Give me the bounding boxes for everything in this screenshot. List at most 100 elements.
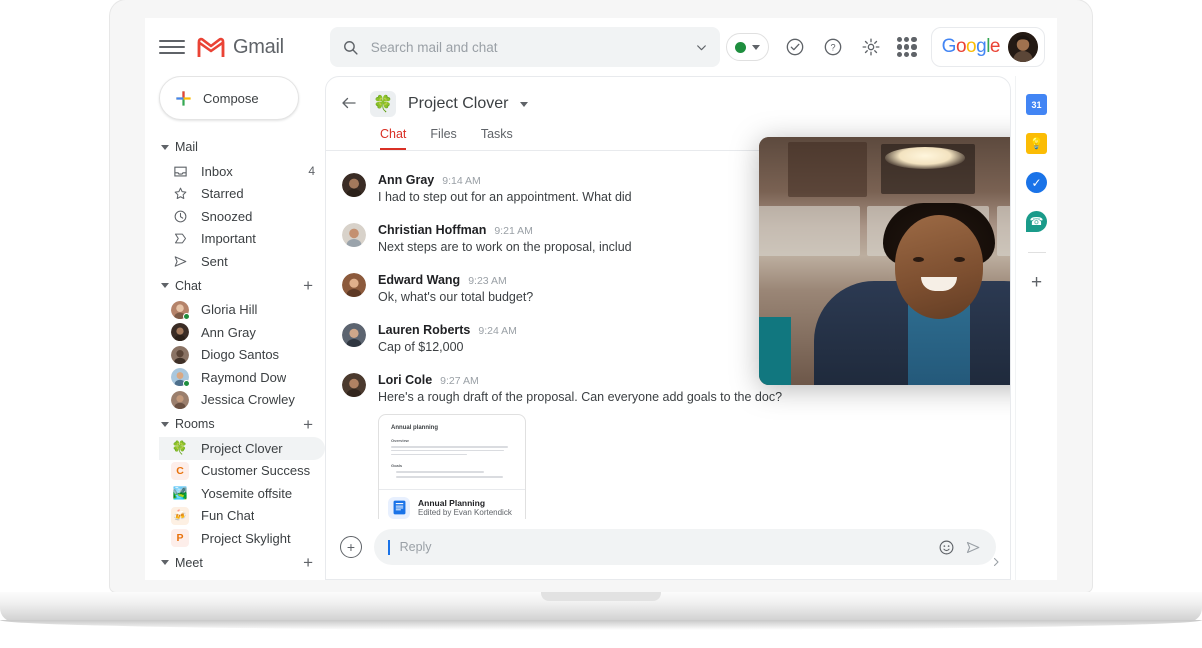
add-room-button[interactable]: + — [303, 416, 313, 433]
gear-icon[interactable] — [859, 35, 883, 59]
sidebar-section-meet[interactable]: Meet + — [159, 550, 325, 576]
emoji-smile-icon[interactable] — [938, 539, 955, 556]
sidebar-item-important[interactable]: Important — [159, 228, 325, 251]
inbox-icon — [171, 162, 189, 180]
preview-section-label: Goals — [391, 463, 403, 469]
letter-badge-icon: C — [171, 461, 189, 480]
clover-emoji-icon: 🍀 — [370, 91, 396, 117]
message-body: Lori Cole 9:27 AM Here's a rough draft o… — [378, 373, 782, 519]
online-indicator — [183, 312, 190, 320]
sidebar-item-label: Ann Gray — [201, 324, 256, 340]
sidebar-item-starred[interactable]: Starred — [159, 183, 325, 206]
contact-avatar — [171, 345, 189, 364]
sidebar-item-snoozed[interactable]: Snoozed — [159, 205, 325, 228]
sidebar-item-label: Diogo Santos — [201, 347, 280, 363]
hamburger-menu-icon[interactable] — [159, 34, 185, 60]
message-item: Lori Cole 9:27 AM Here's a rough draft o… — [342, 373, 994, 519]
message-sender: Lauren Roberts — [378, 323, 471, 337]
avatar — [342, 273, 366, 297]
sidebar-item-label: Sent — [201, 253, 228, 269]
tab-tasks[interactable]: Tasks — [481, 127, 513, 150]
sidebar-item-diogo-santos[interactable]: Diogo Santos — [159, 344, 325, 367]
google-wordmark: Google — [941, 36, 1001, 57]
letter-badge-icon: P — [171, 529, 189, 548]
message-sender: Edward Wang — [378, 273, 461, 287]
important-label-icon — [171, 230, 189, 248]
text-cursor — [388, 539, 390, 555]
sidebar-item-raymond-dow[interactable]: Raymond Dow — [159, 366, 325, 389]
conversation-panel: 🍀 Project Clover Chat Files Tasks Ann Gr… — [325, 76, 1011, 580]
sidebar-item-label: Inbox — [201, 163, 233, 179]
add-meeting-button[interactable]: + — [303, 554, 313, 571]
sidebar-section-mail[interactable]: Mail — [159, 134, 325, 160]
message-body: Ann Gray 9:14 AM I had to step out for a… — [378, 173, 632, 204]
sidebar-item-label: Fun Chat — [201, 508, 255, 524]
help-circle-icon[interactable]: ? — [821, 35, 845, 59]
search-icon — [343, 40, 358, 55]
check-circle-icon[interactable] — [783, 35, 807, 59]
chevron-down-icon — [161, 144, 169, 150]
tasks-icon[interactable]: ✓ — [1026, 172, 1047, 193]
tab-files[interactable]: Files — [430, 127, 456, 150]
add-addon-button[interactable]: + — [1031, 273, 1042, 292]
status-badge[interactable] — [725, 33, 769, 61]
plus-circle-icon[interactable]: + — [340, 536, 362, 558]
keep-icon[interactable]: 💡 — [1026, 133, 1047, 154]
sidebar-item-gloria-hill[interactable]: Gloria Hill — [159, 299, 325, 322]
chevron-right-icon[interactable] — [990, 556, 1002, 571]
tab-chat[interactable]: Chat — [380, 127, 407, 150]
sidebar-item-label: Customer Success — [201, 463, 311, 479]
gmail-wordmark: Gmail — [233, 35, 284, 58]
chevron-down-icon — [161, 560, 169, 565]
sidebar-item-fun-chat[interactable]: 🍻 Fun Chat — [159, 505, 325, 528]
attachment-card[interactable]: Annual planning Overview Goals Annual Pl… — [378, 414, 526, 519]
sidebar-item-label: Snoozed — [201, 208, 253, 224]
google-account-box[interactable]: Google — [930, 27, 1045, 67]
person-silhouette — [814, 203, 1010, 385]
add-chat-button[interactable]: + — [303, 277, 313, 294]
send-icon[interactable] — [965, 539, 982, 556]
sidebar-item-yosemite-offsite[interactable]: 🏞️ Yosemite offsite — [159, 482, 325, 505]
gmail-logo[interactable]: Gmail — [197, 36, 284, 59]
screen: Gmail Search mail and chat ? Google Comp… — [145, 18, 1057, 580]
preview-section-label: Overview — [391, 438, 409, 443]
online-indicator — [183, 380, 190, 388]
sidebar-section-rooms[interactable]: Rooms + — [159, 411, 325, 437]
sidebar: Compose Mail Inbox 4 Starred Snoozed Imp… — [145, 76, 325, 580]
message-time: 9:23 AM — [468, 275, 507, 287]
video-call-overlay[interactable]: Matthew — [759, 137, 1010, 385]
contacts-icon[interactable]: ☎ — [1026, 211, 1047, 232]
chevron-down-icon — [161, 421, 169, 427]
compose-button[interactable]: Compose — [159, 76, 299, 120]
attachment-meta: Edited by Evan Kortendick — [418, 508, 512, 518]
back-arrow-icon[interactable] — [340, 94, 358, 115]
mountain-emoji-icon: 🏞️ — [172, 486, 188, 501]
apps-grid-icon[interactable] — [896, 37, 917, 57]
message-header: Edward Wang 9:23 AM — [378, 273, 533, 287]
chevron-down-icon[interactable] — [695, 41, 708, 54]
message-body: Christian Hoffman 9:21 AM Next steps are… — [378, 223, 632, 254]
attachment-footer: Annual Planning Edited by Evan Kortendic… — [379, 488, 525, 519]
sidebar-item-inbox[interactable]: Inbox 4 — [159, 160, 325, 183]
avatar[interactable] — [1008, 32, 1038, 62]
sidebar-item-jessica-crowley[interactable]: Jessica Crowley — [159, 389, 325, 412]
search-input[interactable]: Search mail and chat — [371, 40, 683, 55]
sidebar-item-project-skylight[interactable]: P Project Skylight — [159, 527, 325, 550]
sidebar-section-chat[interactable]: Chat + — [159, 273, 325, 299]
sidebar-item-ann-gray[interactable]: Ann Gray — [159, 321, 325, 344]
section-label: Rooms — [175, 417, 215, 431]
message-time: 9:14 AM — [442, 175, 481, 187]
attachment-name: Annual Planning — [418, 498, 486, 509]
chevron-down-icon[interactable] — [520, 101, 529, 107]
sidebar-item-new-meeting[interactable]: New meeting — [159, 576, 325, 580]
main-speaker-video[interactable] — [759, 137, 1010, 385]
send-icon — [171, 252, 189, 270]
sidebar-item-label: Jessica Crowley — [201, 392, 295, 408]
search-bar[interactable]: Search mail and chat — [329, 27, 720, 67]
sidebar-item-sent[interactable]: Sent — [159, 250, 325, 273]
sidebar-item-label: Project Clover — [201, 440, 283, 456]
sidebar-item-project-clover[interactable]: 🍀 Project Clover — [159, 437, 325, 460]
calendar-icon[interactable]: 31 — [1026, 94, 1047, 115]
reply-input[interactable]: Reply — [374, 529, 996, 565]
sidebar-item-customer-success[interactable]: C Customer Success — [159, 460, 325, 483]
